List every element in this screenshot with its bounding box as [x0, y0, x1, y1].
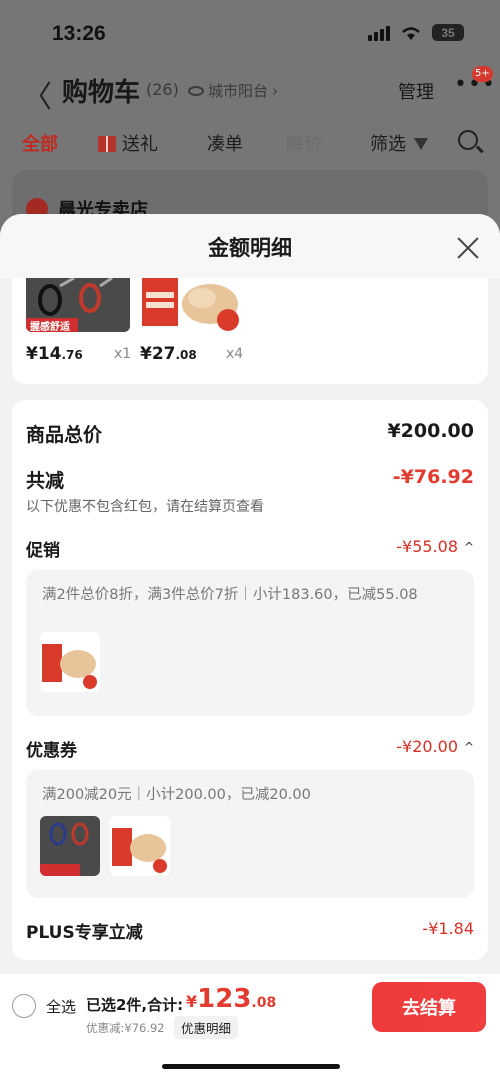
checkout-bar: 全选 已选2件,合计: ¥123.08 优惠减:¥76.92 优惠明细 去结算: [0, 974, 500, 1081]
chevron-right-icon: ›: [272, 81, 279, 100]
discount-note: 以下优惠不包含红包，请在结算页查看: [26, 499, 264, 515]
tab-gift-label: 送礼: [122, 134, 158, 155]
message-badge: 5+: [472, 66, 493, 82]
tab-all[interactable]: 全部: [22, 130, 58, 156]
goods-total-value: ¥200.00: [387, 420, 474, 442]
wifi-icon: [402, 26, 420, 40]
product-thumb-chicken: [142, 278, 246, 332]
coupon-value[interactable]: -¥20.00: [396, 737, 458, 756]
sheet-title: 金额明细: [208, 236, 292, 260]
coupon-text: 满200减20元｜小计200.00，已减20.00: [42, 787, 311, 803]
status-icons: 35: [368, 24, 464, 41]
promotion-text: 满2件总价8折，满3件总价7折｜小计183.60，已减55.08: [42, 587, 418, 603]
tab-price-drop[interactable]: 降价: [286, 130, 322, 156]
chicken-image: [110, 816, 170, 876]
plus-discount-label: PLUS专享立减: [26, 923, 143, 943]
promotion-box: 满2件总价8折，满3件总价7折｜小计183.60，已减55.08: [26, 570, 474, 716]
amount-detail-card: 商品总价 ¥200.00 共减 -¥76.92 以下优惠不包含红包，请在结算页查…: [12, 400, 488, 960]
discount-summary: 优惠减:¥76.92: [86, 1021, 165, 1035]
total-price: ¥123.08: [186, 984, 277, 1014]
coupon-label: 优惠券: [26, 741, 77, 761]
checkout-button[interactable]: 去结算: [372, 982, 486, 1032]
chevron-up-icon[interactable]: ^: [464, 740, 474, 754]
product-tag: 握感舒适: [30, 322, 70, 332]
filter-tabs: 全部 送礼 凑单 降价 筛选: [0, 128, 500, 160]
cart-count: (26): [146, 80, 179, 99]
amount-detail-sheet: 金额明细 握感舒适 ¥14.76 x1 ¥27.08 x4 商品总价 ¥200.…: [0, 214, 500, 974]
location-selector[interactable]: 城市阳台 ›: [188, 80, 278, 101]
filter-icon: [414, 138, 428, 150]
goods-total-label: 商品总价: [26, 424, 103, 446]
tab-filter-label: 筛选: [370, 134, 406, 155]
manage-button[interactable]: 管理: [398, 78, 434, 104]
eye-icon: [188, 85, 204, 96]
back-icon[interactable]: 〈: [22, 72, 52, 116]
promotion-product-thumb: [40, 632, 100, 692]
total-discount-value: -¥76.92: [392, 466, 474, 488]
select-all-label[interactable]: 全选: [46, 996, 76, 1017]
product-qty: x1: [114, 346, 132, 362]
coupon-product-thumb-scissors: [40, 816, 100, 876]
home-indicator: [162, 1064, 340, 1069]
product-strip: 握感舒适 ¥14.76 x1 ¥27.08 x4: [12, 278, 488, 384]
location-label: 城市阳台: [208, 82, 269, 100]
battery-icon: 35: [432, 24, 464, 41]
coupon-product-thumb-chicken: [110, 816, 170, 876]
gift-icon: [98, 136, 116, 152]
status-time: 13:26: [52, 22, 106, 45]
tab-filter[interactable]: 筛选: [370, 130, 428, 156]
search-icon[interactable]: [458, 130, 478, 150]
total-discount-label: 共减: [26, 470, 65, 492]
sheet-header: 金额明细: [0, 214, 500, 278]
page-title: 购物车: [62, 78, 141, 108]
plus-discount-value: -¥1.84: [422, 919, 474, 938]
product-price: ¥27.08: [140, 344, 197, 364]
coupon-box: 满200减20元｜小计200.00，已减20.00: [26, 770, 474, 898]
status-bar: 13:26 35: [0, 14, 500, 54]
chevron-up-icon[interactable]: ^: [464, 540, 474, 554]
scissors-image: [40, 816, 100, 876]
promotion-value[interactable]: -¥55.08: [396, 537, 458, 556]
product-thumb-scissors: 握感舒适: [26, 278, 130, 332]
discount-detail-link[interactable]: 优惠明细: [174, 1016, 239, 1039]
chicken-image: [142, 278, 246, 332]
select-all-checkbox[interactable]: [12, 994, 36, 1018]
tab-gift[interactable]: 送礼: [98, 130, 158, 156]
product-price: ¥14.76: [26, 344, 83, 364]
signal-icon: [368, 25, 390, 41]
tab-bundle[interactable]: 凑单: [207, 130, 243, 156]
nav-bar: 〈 购物车 (26) 城市阳台 › 管理 ••• 5+: [0, 66, 500, 115]
product-qty: x4: [226, 346, 244, 362]
chicken-image: [40, 632, 100, 692]
close-icon[interactable]: [456, 236, 480, 260]
selected-info: 已选2件,合计:: [86, 996, 184, 1014]
promotion-label: 促销: [26, 541, 60, 561]
